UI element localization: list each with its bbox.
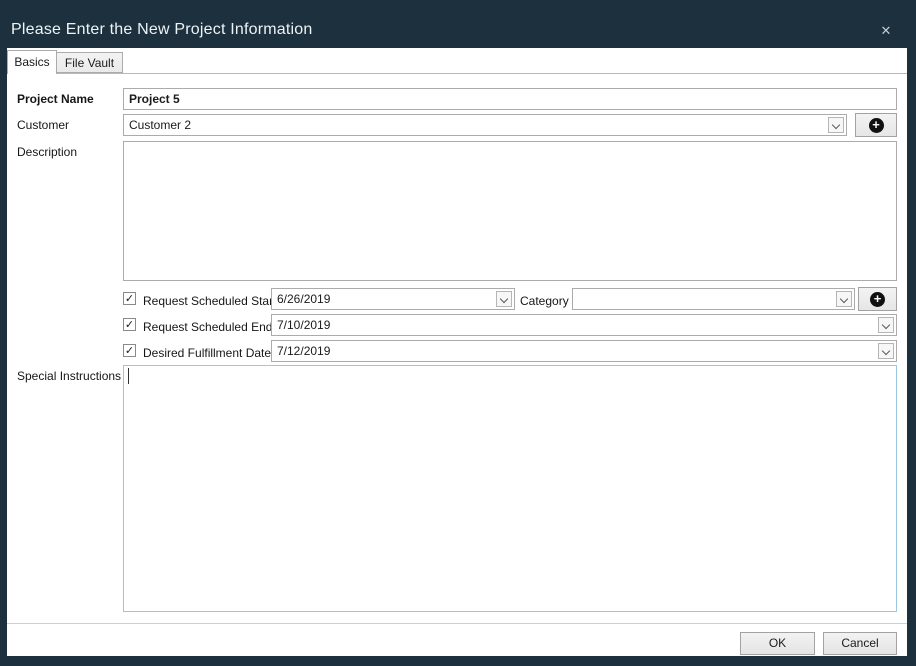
chevron-down-icon [500, 295, 508, 303]
dialog-title: Please Enter the New Project Information [11, 21, 312, 39]
scheduled-start-dropdown-button[interactable] [496, 291, 512, 307]
fulfillment-date-label: Desired Fulfillment Date [143, 346, 271, 360]
scheduled-end-value: 7/10/2019 [277, 318, 874, 332]
title-bar: Please Enter the New Project Information… [0, 0, 916, 48]
add-category-button[interactable]: + [858, 287, 897, 311]
scheduled-end-combobox[interactable]: 7/10/2019 [271, 314, 897, 336]
scheduled-start-checkbox[interactable]: ✓ [123, 292, 136, 305]
check-icon: ✓ [125, 345, 134, 357]
scheduled-end-dropdown-button[interactable] [878, 317, 894, 333]
chevron-down-icon [882, 347, 890, 355]
check-icon: ✓ [125, 293, 134, 305]
add-customer-button[interactable]: + [855, 113, 897, 137]
chevron-down-icon [840, 295, 848, 303]
tab-file-vault[interactable]: File Vault [57, 52, 123, 73]
tab-basics[interactable]: Basics [7, 50, 57, 74]
check-icon: ✓ [125, 319, 134, 331]
dialog-content: Basics File Vault Project Name Customer … [7, 48, 907, 656]
chevron-down-icon [832, 121, 840, 129]
customer-combobox[interactable]: Customer 2 [123, 114, 847, 136]
plus-icon: + [869, 118, 884, 133]
close-icon[interactable]: ✕ [878, 23, 894, 39]
description-label: Description [17, 145, 77, 159]
project-name-input[interactable] [123, 88, 897, 110]
customer-value: Customer 2 [129, 118, 824, 132]
category-dropdown-button[interactable] [836, 291, 852, 307]
tab-strip-divider [7, 73, 907, 74]
scheduled-end-checkbox[interactable]: ✓ [123, 318, 136, 331]
special-instructions-label: Special Instructions [17, 369, 121, 383]
chevron-down-icon [882, 321, 890, 329]
fulfillment-date-checkbox[interactable]: ✓ [123, 344, 136, 357]
cancel-button[interactable]: Cancel [823, 632, 897, 655]
fulfillment-date-dropdown-button[interactable] [878, 343, 894, 359]
ok-button[interactable]: OK [740, 632, 815, 655]
new-project-dialog: Please Enter the New Project Information… [0, 0, 916, 666]
category-label: Category [520, 294, 569, 308]
scheduled-start-label: Request Scheduled Start [143, 294, 276, 308]
button-bar-divider [7, 623, 907, 624]
special-instructions-textarea[interactable] [123, 365, 897, 612]
fulfillment-date-value: 7/12/2019 [277, 344, 874, 358]
fulfillment-date-combobox[interactable]: 7/12/2019 [271, 340, 897, 362]
customer-label: Customer [17, 118, 69, 132]
scheduled-start-value: 6/26/2019 [277, 292, 492, 306]
text-caret [128, 368, 129, 384]
plus-icon: + [870, 292, 885, 307]
scheduled-end-label: Request Scheduled End [143, 320, 272, 334]
category-combobox[interactable] [572, 288, 855, 310]
customer-dropdown-button[interactable] [828, 117, 844, 133]
scheduled-start-combobox[interactable]: 6/26/2019 [271, 288, 515, 310]
project-name-label: Project Name [17, 92, 94, 106]
description-textarea[interactable] [123, 141, 897, 281]
